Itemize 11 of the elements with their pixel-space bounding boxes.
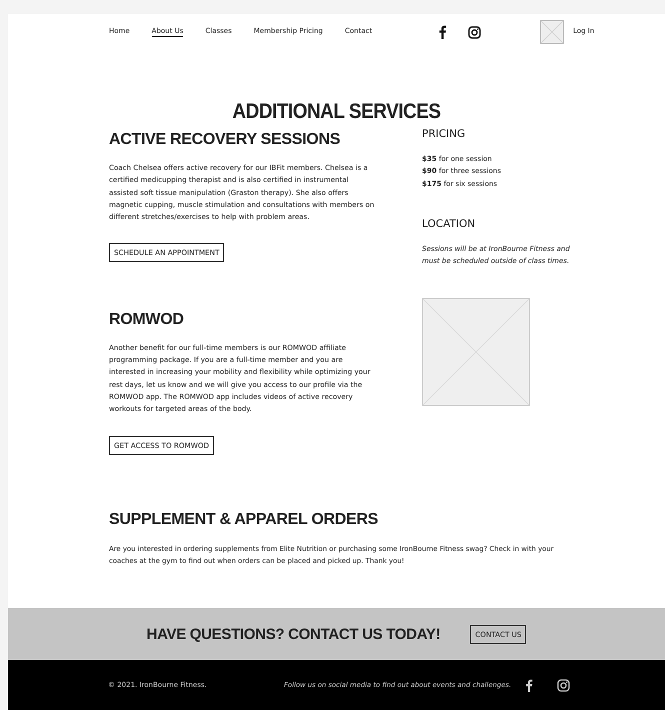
section-heading: ACTIVE RECOVERY SESSIONS <box>109 131 342 149</box>
facebook-icon[interactable] <box>438 25 448 39</box>
section-heading: SUPPLEMENT & APPAREL ORDERS <box>109 510 379 529</box>
instagram-icon[interactable] <box>468 26 482 38</box>
location-heading: LOCATION <box>422 218 476 230</box>
facebook-icon[interactable] <box>525 678 534 692</box>
section-heading: ROMWOD <box>109 310 185 329</box>
page-title: ADDITIONAL SERVICES <box>231 100 442 124</box>
banner-heading: HAVE QUESTIONS? CONTACT US TODAY! <box>146 626 440 642</box>
pricing-heading: PRICING <box>422 128 466 140</box>
image-placeholder <box>540 20 564 44</box>
